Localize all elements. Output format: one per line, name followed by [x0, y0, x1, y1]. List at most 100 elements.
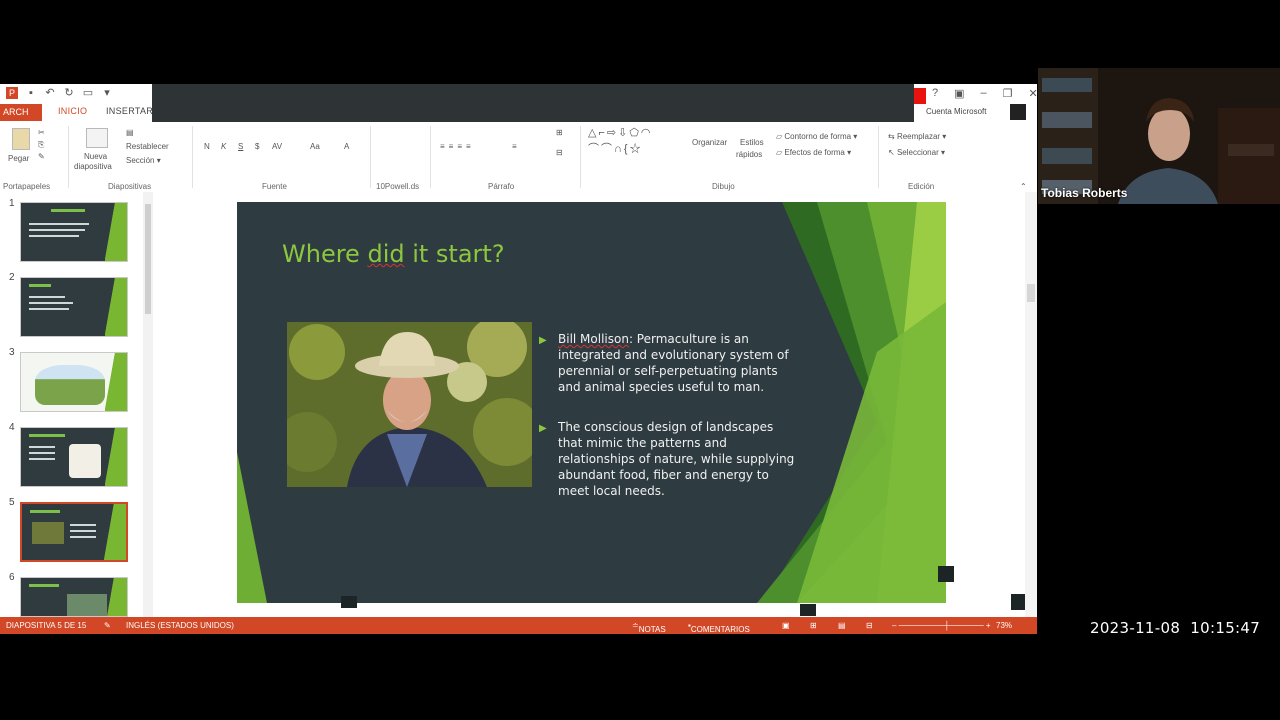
group-separator — [370, 126, 371, 188]
slideshow-view-icon[interactable]: ⊟ — [866, 621, 873, 630]
thumb-text-line — [29, 452, 55, 454]
shadow-button[interactable]: $ — [255, 142, 259, 152]
shape-outline-label: Contorno de forma — [784, 132, 852, 141]
tab-file[interactable]: ARCH — [0, 104, 42, 121]
format-painter-icon[interactable]: ✎ — [38, 152, 45, 162]
reading-view-icon[interactable]: ▤ — [838, 621, 846, 630]
ribbon-display-icon[interactable]: ▣ — [954, 87, 964, 100]
group-separator — [580, 126, 581, 188]
tab-home[interactable]: INICIO — [58, 106, 87, 116]
thumb-diagram — [69, 444, 101, 478]
slide-thumbnail-6[interactable] — [20, 577, 128, 617]
quick-styles-line1[interactable]: Estilos — [740, 138, 764, 148]
comments-button[interactable]: ▪ COMENTARIOS — [688, 621, 750, 634]
shape-outline-button[interactable]: ▱ Contorno de forma ▾ — [776, 132, 857, 142]
compression-artifact — [938, 566, 954, 582]
slide-counter: DIAPOSITIVA 5 DE 15 — [6, 621, 87, 630]
save-icon[interactable]: ▪ — [25, 87, 37, 99]
title-spellcheck-word: did — [367, 240, 405, 268]
align-text-icon[interactable]: ⊟ — [556, 148, 563, 158]
spellcheck-icon[interactable]: ✎ — [104, 621, 111, 630]
zoom-slider[interactable]: – ────────┼────── + — [892, 621, 991, 630]
redo-icon[interactable]: ↻ — [63, 87, 75, 99]
scrollbar-thumb[interactable] — [145, 204, 151, 314]
restore-icon[interactable]: ❐ — [1003, 87, 1013, 100]
webcam-feed: Tobias Roberts — [1038, 68, 1280, 204]
slide-thumbnail-3[interactable] — [20, 352, 128, 412]
thumb-text-line — [70, 530, 96, 532]
shapes-gallery-icon[interactable]: △⌐⇨⇩⬠◠ — [588, 128, 652, 139]
thumb-text-line — [29, 302, 73, 304]
thumb-number: 2 — [9, 272, 15, 283]
title-part-1: Where — [282, 240, 368, 268]
arrange-button[interactable]: Organizar — [692, 138, 727, 148]
shape-effects-button[interactable]: ▱ Efectos de forma ▾ — [776, 148, 851, 158]
shape-effects-label: Efectos de forma — [784, 148, 845, 157]
powerpoint-logo-icon: P — [6, 87, 18, 99]
customize-toolbar-icon[interactable]: ▾ — [101, 87, 113, 99]
new-slide-button-line1[interactable]: Nueva — [84, 152, 107, 162]
thumb-title-bar — [30, 510, 60, 513]
slide-thumbnail-1[interactable] — [20, 202, 128, 262]
close-icon[interactable]: ✕ — [1029, 87, 1037, 100]
language-indicator[interactable]: INGLÉS (ESTADOS UNIDOS) — [126, 621, 234, 630]
bold-button[interactable]: N — [204, 142, 210, 152]
replace-label: Reemplazar — [896, 132, 941, 141]
font-color-button[interactable]: A — [344, 142, 349, 152]
slide-thumbnail-2[interactable] — [20, 277, 128, 337]
bill-mollison-photo[interactable] — [287, 322, 532, 487]
current-slide[interactable]: Where did it start? ▶ Bill Mollison: Per… — [237, 202, 946, 603]
minimize-icon[interactable]: – — [981, 87, 987, 100]
layout-icon[interactable]: ▤ — [126, 128, 134, 138]
slide-thumbnail-4[interactable] — [20, 427, 128, 487]
bullet-1[interactable]: Bill Mollison: Permaculture is an integr… — [558, 331, 798, 395]
shapes-gallery-row2-icon[interactable]: ⌒⌒∩{☆ — [588, 144, 643, 155]
section-button[interactable]: Sección ▾ — [126, 156, 161, 166]
change-case-button[interactable]: Aa — [310, 142, 320, 152]
quick-access-toolbar: P ▪ ↶ ↻ ▭ ▾ — [6, 87, 113, 99]
start-slideshow-icon[interactable]: ▭ — [82, 87, 94, 99]
scrollbar-thumb[interactable] — [1027, 284, 1035, 302]
cut-icon[interactable]: ✂ — [38, 128, 45, 138]
group-drawing-label: Dibujo — [712, 182, 735, 191]
spacing-button[interactable]: AV — [272, 142, 282, 152]
paste-icon[interactable] — [12, 128, 30, 150]
reset-button[interactable]: Restablecer — [126, 142, 169, 152]
editor-scrollbar[interactable] — [1025, 192, 1037, 617]
slide-sorter-icon[interactable]: ⊞ — [810, 621, 817, 630]
collapse-ribbon-icon[interactable]: ⌃ — [1020, 182, 1027, 192]
italic-button[interactable]: K — [221, 142, 226, 152]
new-slide-button-line2[interactable]: diapositiva — [74, 162, 112, 172]
notes-button[interactable]: ≐ NOTAS — [632, 621, 666, 634]
thumb-text-line — [29, 229, 85, 231]
copy-icon[interactable]: ⎘ — [38, 140, 44, 150]
bullet-2[interactable]: The conscious design of landscapes that … — [558, 419, 798, 499]
align-buttons-icon[interactable]: ≡≡≡≡ — [440, 142, 475, 152]
slide-title[interactable]: Where did it start? — [282, 240, 505, 268]
thumb-title-bar — [51, 209, 85, 212]
normal-view-icon[interactable]: ▣ — [782, 621, 790, 630]
select-button[interactable]: ↖ Seleccionar ▾ — [888, 148, 945, 158]
thumb-number: 3 — [9, 347, 15, 358]
paste-button[interactable]: Pegar — [8, 154, 29, 164]
thumb-title-bar — [29, 434, 65, 437]
thumbnails-scrollbar[interactable] — [143, 192, 153, 617]
slide-thumbnail-5[interactable] — [20, 502, 128, 562]
columns-icon[interactable]: ≡ — [512, 142, 517, 152]
quick-styles-line2[interactable]: rápidos — [736, 150, 762, 160]
zoom-level[interactable]: 73% — [996, 621, 1012, 630]
group-separator — [68, 126, 69, 188]
new-slide-icon[interactable] — [86, 128, 108, 148]
account-label[interactable]: Cuenta Microsoft — [926, 107, 986, 116]
text-direction-icon[interactable]: ⊞ — [556, 128, 563, 138]
account-avatar[interactable] — [1010, 104, 1026, 120]
help-icon[interactable]: ? — [932, 87, 938, 100]
underline-button[interactable]: S — [238, 142, 243, 152]
bullet-arrow-icon: ▶ — [539, 335, 547, 346]
thumb-number: 6 — [9, 572, 15, 583]
bullet-arrow-icon: ▶ — [539, 423, 547, 434]
webcam-video — [1038, 68, 1280, 204]
undo-icon[interactable]: ↶ — [44, 87, 56, 99]
replace-button[interactable]: ⇆ Reemplazar ▾ — [888, 132, 946, 142]
tab-insert[interactable]: INSERTAR — [106, 106, 153, 116]
